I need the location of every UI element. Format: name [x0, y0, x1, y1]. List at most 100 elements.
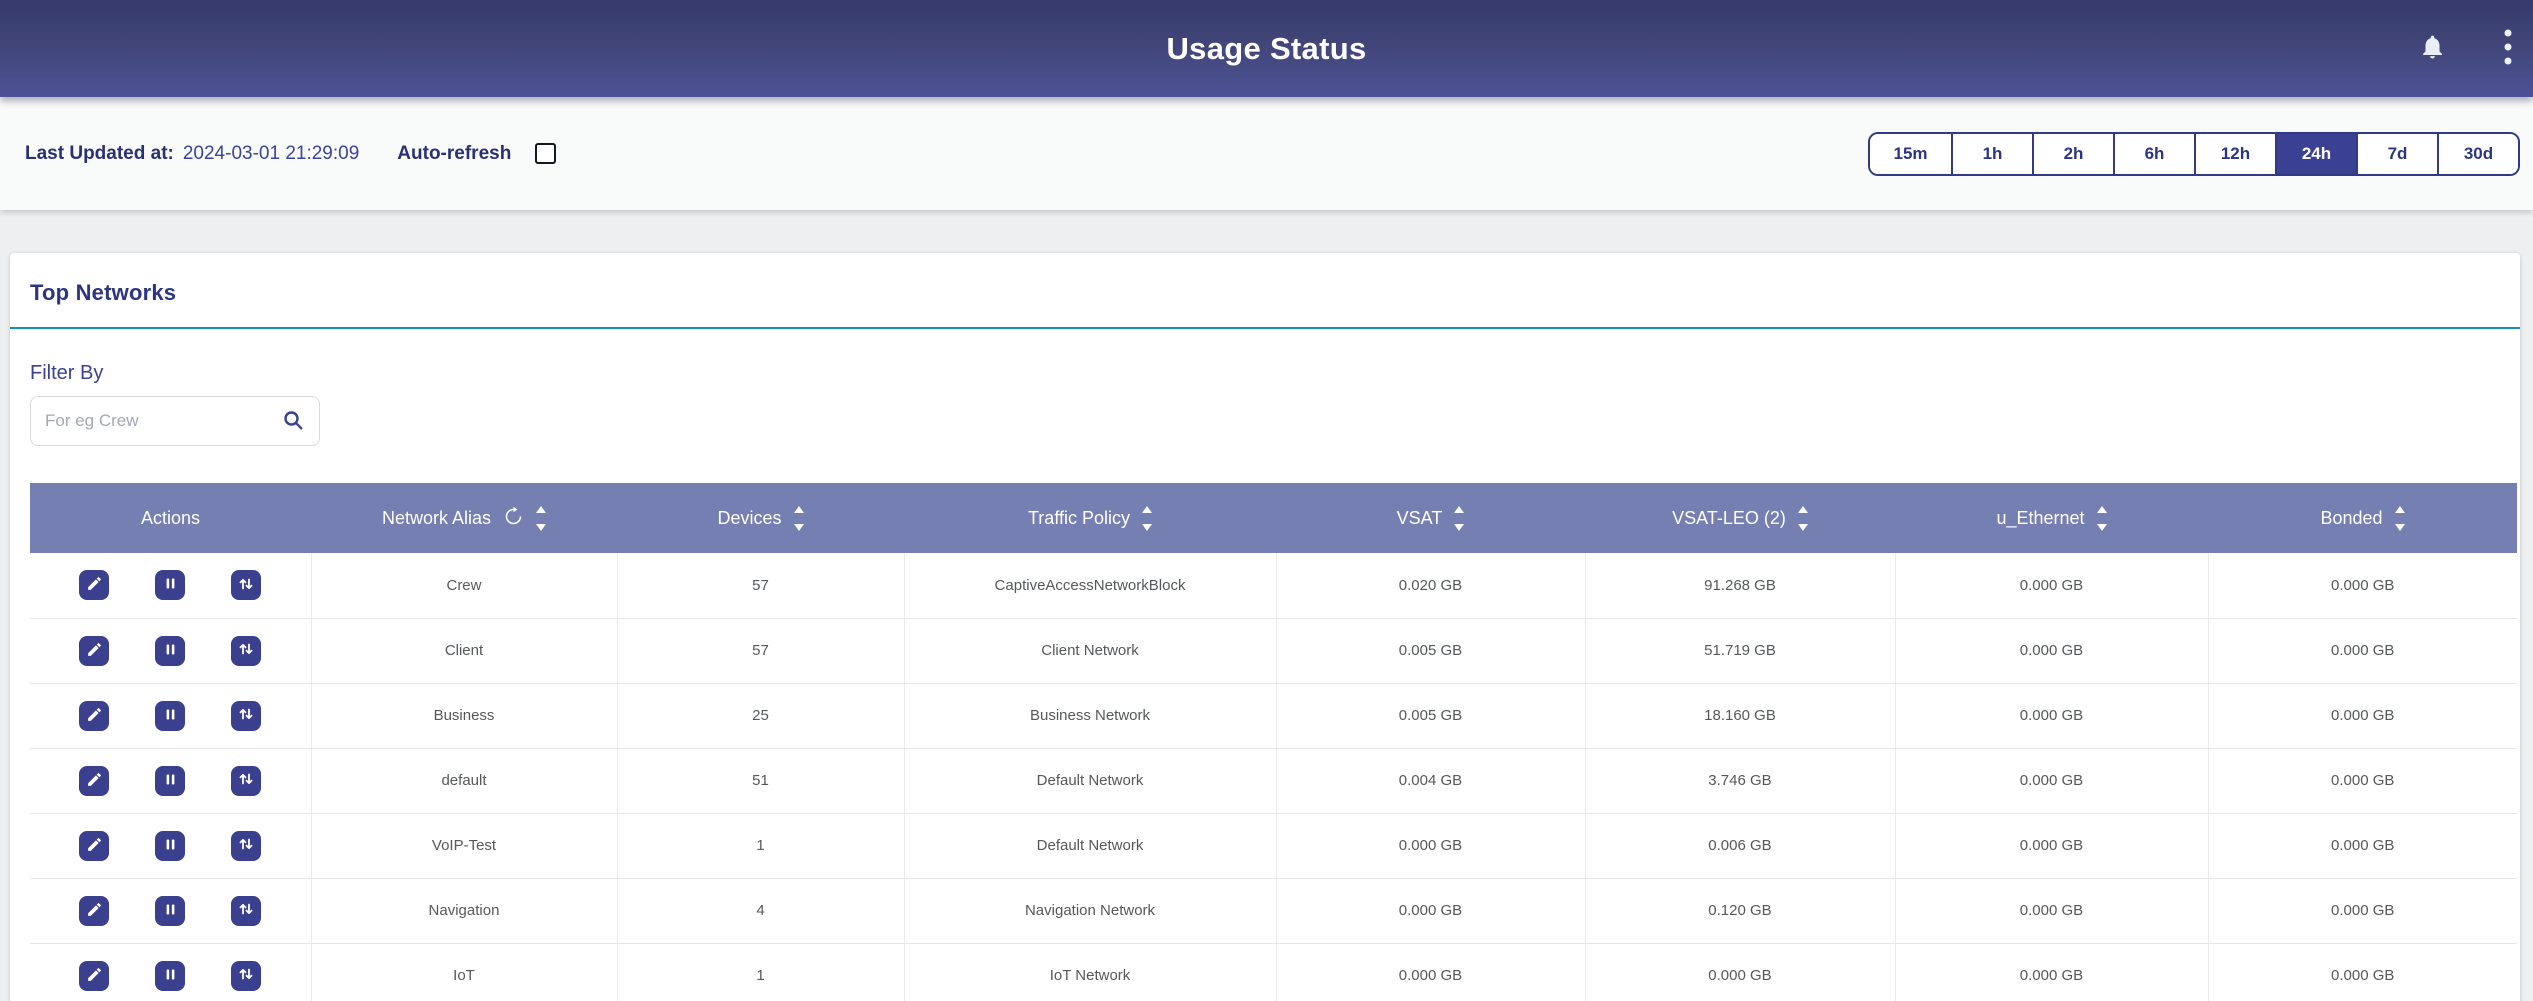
- traffic-policy-cell: Default Network: [904, 813, 1276, 878]
- sort-asc-icon: [1454, 506, 1464, 513]
- pause-icon: [162, 641, 179, 661]
- search-button[interactable]: [281, 408, 305, 435]
- edit-button[interactable]: [79, 636, 109, 666]
- time-range-1h[interactable]: 1h: [1951, 134, 2032, 174]
- vsat-leo-cell: 0.000 GB: [1585, 943, 1895, 1001]
- pause-button[interactable]: [155, 961, 185, 991]
- pause-button[interactable]: [155, 636, 185, 666]
- vsat-cell: 0.005 GB: [1276, 683, 1585, 748]
- column-label: Devices: [717, 508, 781, 529]
- column-label: Network Alias: [382, 508, 491, 529]
- notifications-button[interactable]: [2419, 33, 2446, 64]
- actions-cell: [30, 748, 311, 813]
- column-label: Actions: [141, 508, 200, 529]
- sort-arrows[interactable]: [536, 506, 546, 531]
- up-down-arrows-icon: [237, 575, 255, 596]
- vsat-cell: 0.000 GB: [1276, 943, 1585, 1001]
- time-range-6h[interactable]: 6h: [2113, 134, 2194, 174]
- column-header-traffic-policy[interactable]: Traffic Policy: [904, 483, 1276, 553]
- network-alias-cell: Navigation: [311, 878, 617, 943]
- column-header-vsat-leo[interactable]: VSAT-LEO (2): [1585, 483, 1895, 553]
- sort-asc-icon: [1798, 506, 1808, 513]
- edit-button[interactable]: [79, 896, 109, 926]
- kebab-menu-button[interactable]: [2504, 29, 2512, 68]
- table-row: IoT 1 IoT Network 0.000 GB 0.000 GB 0.00…: [30, 943, 2517, 1001]
- edit-icon: [86, 641, 103, 661]
- time-range-30d[interactable]: 30d: [2437, 134, 2518, 174]
- up-down-button[interactable]: [231, 961, 261, 991]
- bonded-cell: 0.000 GB: [2208, 813, 2517, 878]
- bonded-cell: 0.000 GB: [2208, 943, 2517, 1001]
- edit-button[interactable]: [79, 961, 109, 991]
- sort-arrows[interactable]: [1798, 506, 1808, 531]
- sort-arrows[interactable]: [2097, 506, 2107, 531]
- up-down-arrows-icon: [237, 835, 255, 856]
- time-range-12h[interactable]: 12h: [2194, 134, 2275, 174]
- networks-table: Actions Network Alias: [30, 483, 2517, 1001]
- u-ethernet-cell: 0.000 GB: [1895, 878, 2208, 943]
- vsat-cell: 0.000 GB: [1276, 813, 1585, 878]
- filter-section: Filter By: [10, 329, 2520, 446]
- sort-arrows[interactable]: [1142, 506, 1152, 531]
- u-ethernet-cell: 0.000 GB: [1895, 553, 2208, 618]
- bonded-cell: 0.000 GB: [2208, 683, 2517, 748]
- vsat-cell: 0.020 GB: [1276, 553, 1585, 618]
- kebab-menu-icon: [2504, 29, 2512, 68]
- pause-button[interactable]: [155, 570, 185, 600]
- up-down-arrows-icon: [237, 900, 255, 921]
- up-down-button[interactable]: [231, 766, 261, 796]
- sort-asc-icon: [2395, 506, 2405, 513]
- vsat-cell: 0.004 GB: [1276, 748, 1585, 813]
- refresh-button[interactable]: [503, 506, 524, 530]
- pause-button[interactable]: [155, 831, 185, 861]
- network-alias-cell: IoT: [311, 943, 617, 1001]
- page-title: Usage Status: [0, 31, 2533, 67]
- time-range-7d[interactable]: 7d: [2356, 134, 2437, 174]
- edit-button[interactable]: [79, 831, 109, 861]
- up-down-button[interactable]: [231, 701, 261, 731]
- sort-arrows[interactable]: [794, 506, 804, 531]
- u-ethernet-cell: 0.000 GB: [1895, 943, 2208, 1001]
- time-range-group: 15m1h2h6h12h24h7d30d: [1868, 132, 2520, 176]
- actions-cell: [30, 683, 311, 748]
- column-header-network-alias[interactable]: Network Alias: [311, 483, 617, 553]
- pause-icon: [162, 575, 179, 595]
- edit-button[interactable]: [79, 570, 109, 600]
- auto-refresh-checkbox[interactable]: [535, 143, 556, 164]
- pause-button[interactable]: [155, 766, 185, 796]
- sort-arrows[interactable]: [1454, 506, 1464, 531]
- up-down-button[interactable]: [231, 636, 261, 666]
- network-alias-cell: Client: [311, 618, 617, 683]
- pause-button[interactable]: [155, 896, 185, 926]
- search-input[interactable]: [45, 411, 281, 431]
- column-label: u_Ethernet: [1996, 508, 2084, 529]
- sort-arrows[interactable]: [2395, 506, 2405, 531]
- column-header-bonded[interactable]: Bonded: [2208, 483, 2517, 553]
- column-label: VSAT-LEO (2): [1672, 508, 1786, 529]
- up-down-button[interactable]: [231, 570, 261, 600]
- edit-icon: [86, 901, 103, 921]
- edit-button[interactable]: [79, 701, 109, 731]
- time-range-15m[interactable]: 15m: [1870, 134, 1951, 174]
- traffic-policy-cell: Navigation Network: [904, 878, 1276, 943]
- up-down-button[interactable]: [231, 831, 261, 861]
- vsat-leo-cell: 91.268 GB: [1585, 553, 1895, 618]
- time-range-2h[interactable]: 2h: [2032, 134, 2113, 174]
- vsat-leo-cell: 0.120 GB: [1585, 878, 1895, 943]
- traffic-policy-cell: CaptiveAccessNetworkBlock: [904, 553, 1276, 618]
- column-header-devices[interactable]: Devices: [617, 483, 904, 553]
- table-body: Crew 57 CaptiveAccessNetworkBlock 0.020 …: [30, 553, 2517, 1001]
- edit-button[interactable]: [79, 766, 109, 796]
- column-header-u-ethernet[interactable]: u_Ethernet: [1895, 483, 2208, 553]
- bonded-cell: 0.000 GB: [2208, 878, 2517, 943]
- devices-cell: 57: [617, 618, 904, 683]
- up-down-button[interactable]: [231, 896, 261, 926]
- pause-button[interactable]: [155, 701, 185, 731]
- time-range-24h[interactable]: 24h: [2275, 134, 2356, 174]
- search-icon: [281, 408, 305, 435]
- pause-icon: [162, 706, 179, 726]
- edit-icon: [86, 836, 103, 856]
- u-ethernet-cell: 0.000 GB: [1895, 813, 2208, 878]
- column-header-vsat[interactable]: VSAT: [1276, 483, 1585, 553]
- traffic-policy-cell: Client Network: [904, 618, 1276, 683]
